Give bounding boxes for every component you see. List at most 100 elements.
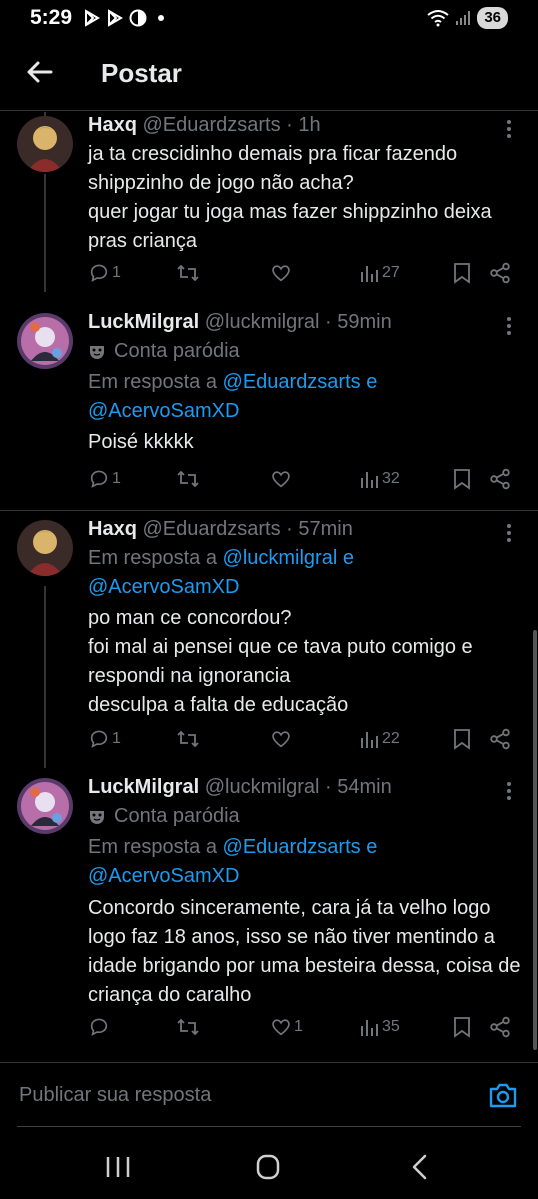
views-icon — [361, 732, 378, 748]
reply-count: 1 — [112, 264, 121, 281]
composer-underline — [17, 1126, 521, 1127]
parody-label: Conta paródia — [88, 340, 240, 363]
reply-button[interactable]: 1 — [88, 262, 121, 284]
app-notification-icon — [129, 9, 147, 27]
mask-icon — [90, 345, 104, 359]
tweet-actions: 1 27 — [88, 262, 518, 288]
signal-icon — [456, 11, 471, 25]
tweet-text: ja ta crescidinho demais pra ficar fazen… — [88, 143, 492, 252]
mention-link[interactable]: @AcervoSamXD — [88, 400, 239, 422]
view-count: 27 — [382, 264, 400, 281]
reply-input[interactable] — [17, 1083, 461, 1108]
retweet-button[interactable] — [176, 468, 200, 490]
display-name[interactable]: LuckMilgral — [88, 776, 199, 798]
back-arrow-icon[interactable] — [24, 56, 56, 88]
tweet-actions: 1 35 — [88, 1016, 518, 1042]
reply-count: 1 — [112, 730, 121, 747]
notification-icons — [83, 9, 164, 27]
reply-composer — [0, 1062, 538, 1133]
reply-button[interactable]: 1 — [88, 468, 121, 490]
tweet-actions: 1 22 — [88, 728, 518, 754]
status-bar: 5:29 36 — [0, 0, 538, 40]
bookmark-icon — [454, 1017, 470, 1038]
tweet-header: LuckMilgral @luckmilgral · 59min — [88, 311, 392, 334]
mention-link[interactable]: @AcervoSamXD — [88, 576, 239, 598]
share-button[interactable] — [489, 728, 511, 750]
avatar[interactable] — [17, 520, 73, 576]
like-button[interactable]: 1 — [270, 1016, 303, 1038]
display-name[interactable]: LuckMilgral — [88, 311, 199, 333]
views-button[interactable]: 32 — [360, 468, 400, 490]
reply-button[interactable] — [88, 1016, 112, 1038]
avatar[interactable] — [17, 116, 73, 172]
mention-link[interactable]: @luckmilgral — [223, 547, 338, 569]
tweet-actions: 1 32 — [88, 468, 518, 494]
more-icon[interactable] — [506, 314, 512, 338]
bookmark-button[interactable] — [452, 468, 472, 490]
tweet[interactable]: Haxq @Eduardzsarts · 57min Em resposta a… — [0, 510, 538, 770]
bookmark-button[interactable] — [452, 1016, 472, 1038]
like-button[interactable] — [270, 262, 294, 284]
display-name[interactable]: Haxq — [88, 518, 137, 540]
status-time: 5:29 — [30, 6, 73, 29]
like-icon — [272, 265, 290, 282]
camera-icon[interactable] — [488, 1081, 518, 1109]
tweet[interactable]: Haxq @Eduardzsarts · 1h ja ta crescidinh… — [0, 110, 538, 300]
share-icon — [490, 468, 510, 490]
views-button[interactable]: 35 — [360, 1016, 400, 1038]
views-button[interactable]: 22 — [360, 728, 400, 750]
like-button[interactable] — [270, 728, 294, 750]
views-button[interactable]: 27 — [360, 262, 400, 284]
tweet[interactable]: LuckMilgral @luckmilgral · 54min Conta p… — [0, 770, 538, 1055]
tweet-text: po man ce concordou? foi mal ai pensei q… — [88, 607, 473, 716]
more-icon[interactable] — [506, 521, 512, 545]
reply-context: Em resposta a @Eduardzsarts e @AcervoSam… — [88, 833, 377, 891]
reply-and: e — [360, 836, 378, 858]
reply-icon — [90, 470, 108, 488]
retweet-icon — [177, 1018, 199, 1036]
recents-icon[interactable] — [98, 1151, 138, 1183]
mention-link[interactable]: @AcervoSamXD — [88, 865, 239, 887]
system-icons: 36 — [427, 7, 508, 29]
scrollbar[interactable] — [533, 630, 537, 1050]
handle-and-time: @luckmilgral · 54min — [204, 776, 392, 798]
share-icon — [490, 1016, 510, 1038]
avatar[interactable] — [17, 778, 73, 834]
handle-and-time: @Eduardzsarts · 1h — [142, 114, 321, 136]
tweet[interactable]: LuckMilgral @luckmilgral · 59min Conta p… — [0, 300, 538, 510]
tweet-header: Haxq @Eduardzsarts · 1h — [88, 114, 321, 137]
reply-prefix: Em resposta a — [88, 371, 223, 393]
parody-text: Conta paródia — [114, 340, 240, 362]
retweet-button[interactable] — [176, 1016, 200, 1038]
reply-button[interactable]: 1 — [88, 728, 121, 750]
wifi-icon — [427, 10, 449, 27]
mask-icon — [90, 810, 104, 824]
play-store-icon — [108, 9, 123, 27]
share-button[interactable] — [489, 262, 511, 284]
bookmark-icon — [454, 263, 470, 284]
retweet-button[interactable] — [176, 728, 200, 750]
like-icon — [272, 1019, 290, 1036]
share-button[interactable] — [489, 468, 511, 490]
like-button[interactable] — [270, 468, 294, 490]
more-icon[interactable] — [506, 117, 512, 141]
tweet-header: LuckMilgral @luckmilgral · 54min — [88, 776, 392, 799]
reply-icon — [90, 264, 108, 282]
more-icon[interactable] — [506, 779, 512, 803]
like-icon — [272, 731, 290, 748]
retweet-button[interactable] — [176, 262, 200, 284]
mention-link[interactable]: @Eduardzsarts — [223, 836, 361, 858]
display-name[interactable]: Haxq — [88, 114, 137, 136]
parody-label: Conta paródia — [88, 805, 240, 828]
views-icon — [361, 472, 378, 488]
mention-link[interactable]: @Eduardzsarts — [223, 371, 361, 393]
view-count: 22 — [382, 730, 400, 747]
share-button[interactable] — [489, 1016, 511, 1038]
home-icon[interactable] — [248, 1151, 288, 1183]
avatar[interactable] — [17, 313, 73, 369]
reply-prefix: Em resposta a — [88, 547, 223, 569]
back-nav-icon[interactable] — [400, 1151, 440, 1183]
tweet-text: Concordo sinceramente, cara já ta velho … — [88, 897, 521, 1006]
bookmark-button[interactable] — [452, 728, 472, 750]
bookmark-button[interactable] — [452, 262, 472, 284]
